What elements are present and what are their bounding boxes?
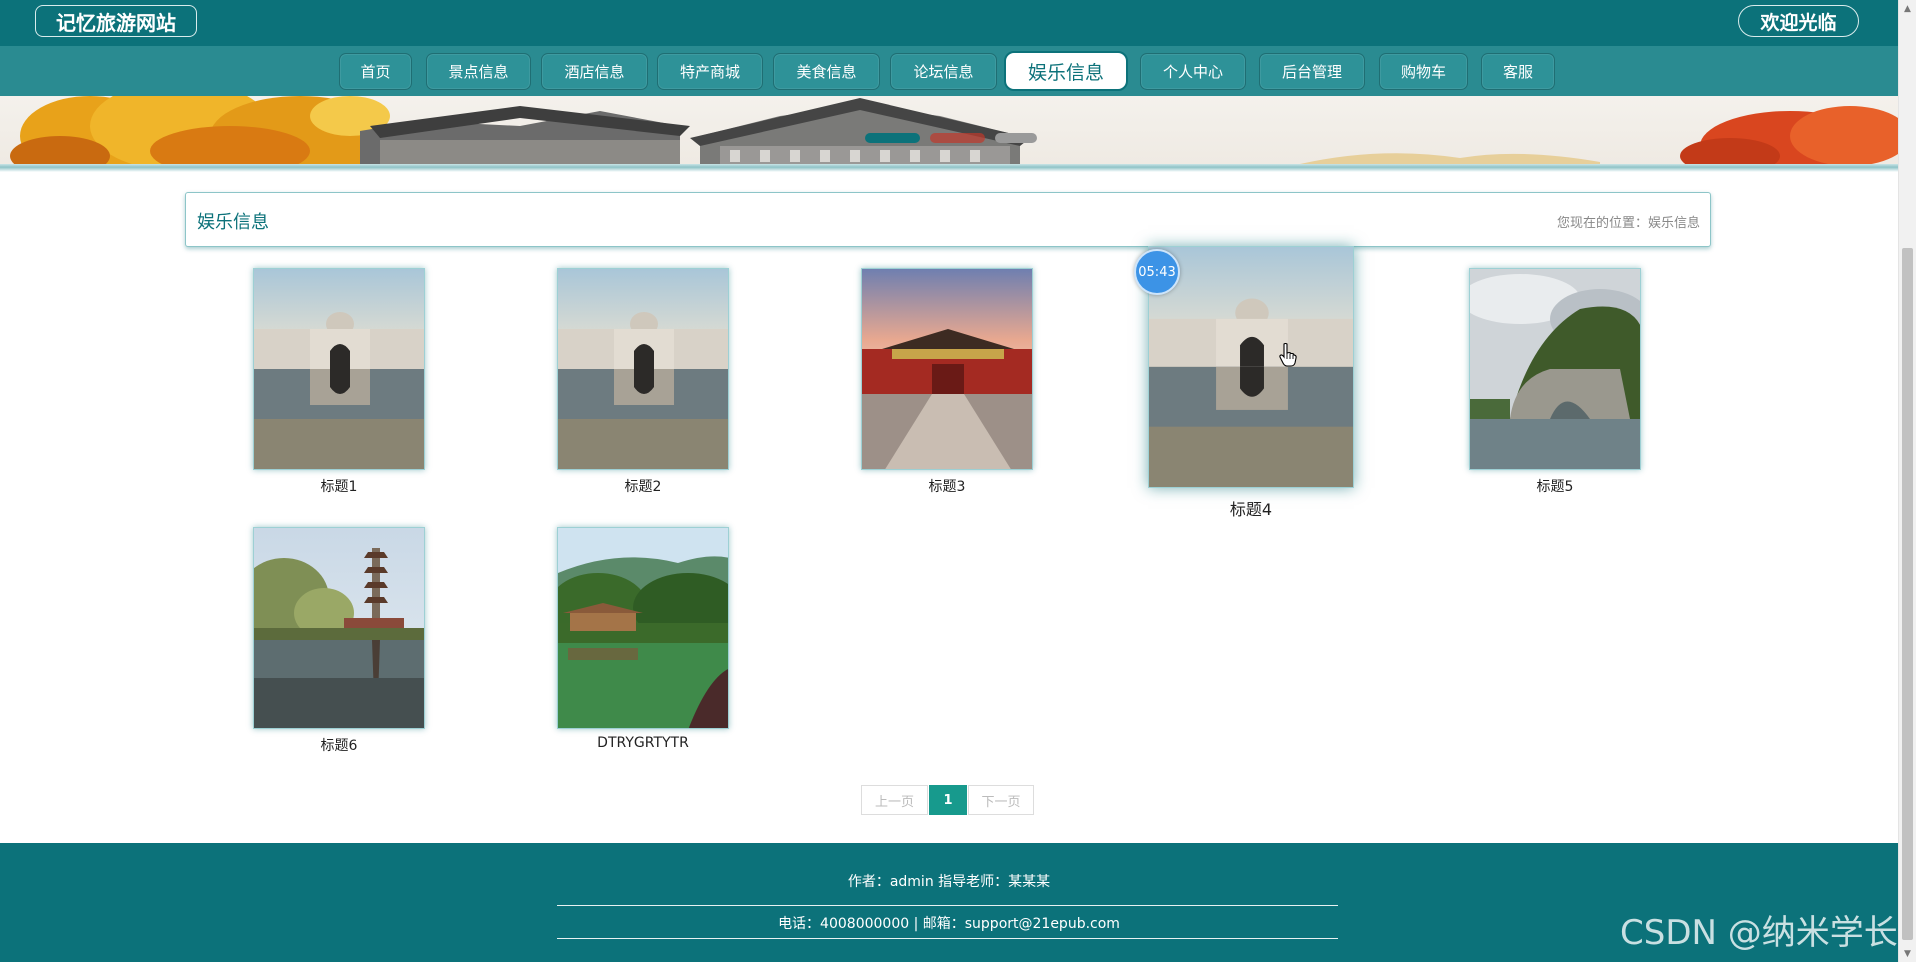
nav-item-forum[interactable]: 论坛信息 xyxy=(890,53,997,90)
item-image[interactable] xyxy=(1469,268,1641,470)
section-header: 娱乐信息 您现在的位置：娱乐信息 xyxy=(185,192,1711,247)
welcome-button[interactable]: 欢迎光临 xyxy=(1738,5,1859,37)
footer: 作者：admin 指导老师：某某某 电话：4008000000 | 邮箱：sup… xyxy=(0,843,1898,962)
item-caption[interactable]: 标题1 xyxy=(253,476,425,496)
item-image[interactable] xyxy=(253,527,425,729)
list-item[interactable]: 标题5 xyxy=(1469,268,1641,496)
item-image[interactable] xyxy=(253,268,425,470)
top-bar: 记忆旅游网站 欢迎光临 xyxy=(0,0,1898,46)
nav-item-hotel[interactable]: 酒店信息 xyxy=(541,53,648,90)
list-item[interactable]: 标题1 xyxy=(253,268,425,496)
nav-item-service[interactable]: 客服 xyxy=(1481,53,1555,90)
watermark: CSDN @纳米学长 xyxy=(1620,913,1898,953)
item-image[interactable] xyxy=(557,527,729,729)
section-title: 娱乐信息 xyxy=(197,212,269,233)
item-image[interactable] xyxy=(557,268,729,470)
page: 记忆旅游网站 欢迎光临 首页 景点信息 酒店信息 特产商城 美食信息 论坛信息 … xyxy=(0,0,1916,962)
footer-contact: 电话：4008000000 | 邮箱：support@21epub.com xyxy=(778,916,1120,932)
next-page-button[interactable]: 下一页 xyxy=(968,785,1034,815)
breadcrumb: 您现在的位置：娱乐信息 xyxy=(1556,216,1700,231)
prev-page-button[interactable]: 上一页 xyxy=(861,785,928,815)
list-item[interactable]: 标题4 xyxy=(1148,246,1354,520)
list-item[interactable]: 标题3 xyxy=(861,268,1033,496)
banner-image xyxy=(0,96,1898,164)
site-brand[interactable]: 记忆旅游网站 xyxy=(35,5,197,37)
nav-item-home[interactable]: 首页 xyxy=(339,53,412,90)
banner-divider xyxy=(0,164,1898,172)
timer-badge: 05:43 xyxy=(1134,249,1180,295)
item-caption[interactable]: 标题4 xyxy=(1148,496,1354,520)
item-image[interactable] xyxy=(1148,246,1354,488)
footer-divider xyxy=(557,938,1338,939)
scroll-up-arrow-icon[interactable]: ▲ xyxy=(1899,0,1916,17)
nav-item-cart[interactable]: 购物车 xyxy=(1379,53,1468,90)
page-1-button[interactable]: 1 xyxy=(929,785,967,815)
item-caption[interactable]: 标题3 xyxy=(861,476,1033,496)
nav-item-scenic[interactable]: 景点信息 xyxy=(426,53,531,90)
item-caption[interactable]: 标题2 xyxy=(557,476,729,496)
scroll-thumb[interactable] xyxy=(1902,248,1913,940)
scroll-down-arrow-icon[interactable]: ▼ xyxy=(1899,945,1916,962)
main-nav: 首页 景点信息 酒店信息 特产商城 美食信息 论坛信息 娱乐信息 个人中心 后台… xyxy=(0,46,1898,96)
item-caption[interactable]: 标题6 xyxy=(253,735,425,755)
hand-cursor-icon xyxy=(1279,342,1297,371)
item-caption[interactable]: 标题5 xyxy=(1469,476,1641,496)
nav-item-shop[interactable]: 特产商城 xyxy=(657,53,763,90)
list-item[interactable]: 标题2 xyxy=(557,268,729,496)
nav-item-admin[interactable]: 后台管理 xyxy=(1259,53,1365,90)
item-image[interactable] xyxy=(861,268,1033,470)
list-item[interactable]: 标题6 xyxy=(253,527,425,755)
item-caption[interactable]: DTRYGRTYTR xyxy=(557,735,729,751)
footer-author: 作者：admin 指导老师：某某某 xyxy=(847,874,1051,890)
page-scrollbar[interactable]: ▲ ▼ xyxy=(1898,0,1916,962)
list-item[interactable]: DTRYGRTYTR xyxy=(557,527,729,751)
nav-item-profile[interactable]: 个人中心 xyxy=(1140,53,1246,90)
nav-item-food[interactable]: 美食信息 xyxy=(773,53,880,90)
nav-item-entertainment[interactable]: 娱乐信息 xyxy=(1004,51,1128,91)
footer-divider xyxy=(557,905,1338,906)
